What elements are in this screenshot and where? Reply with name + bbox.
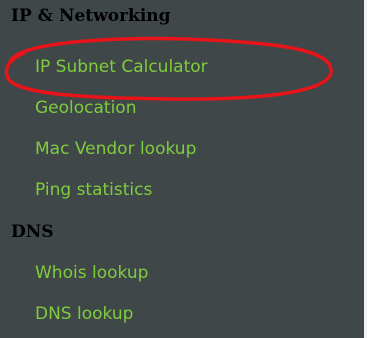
menu-item-geolocation[interactable]: Geolocation [35,97,137,119]
menu-item-dns-lookup[interactable]: DNS lookup [35,303,133,325]
menu-item-whois-lookup[interactable]: Whois lookup [35,262,148,284]
section-heading-dns: DNS [11,222,54,242]
menu-item-mac-vendor-lookup[interactable]: Mac Vendor lookup [35,138,196,160]
section-heading-ip-networking: IP & Networking [11,6,171,26]
menu-item-ip-subnet-calculator[interactable]: IP Subnet Calculator [35,56,208,78]
sidebar-menu: IP & Networking IP Subnet Calculator Geo… [0,0,367,338]
menu-item-ping-statistics[interactable]: Ping statistics [35,179,152,201]
